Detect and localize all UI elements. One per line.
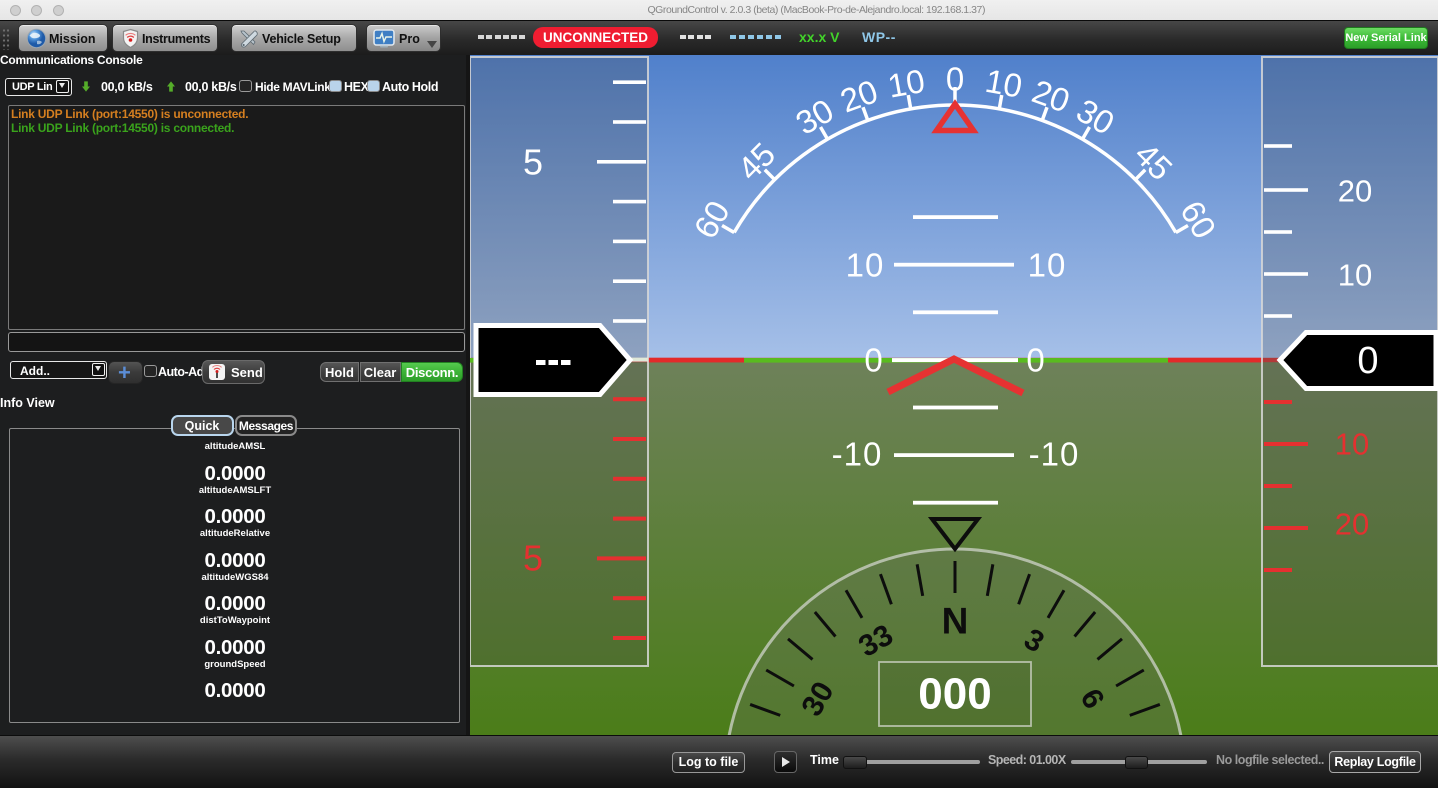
svg-text:-10: -10: [832, 436, 883, 473]
svg-text:0: 0: [946, 61, 964, 98]
svg-text:10: 10: [983, 62, 1026, 105]
svg-text:20: 20: [1335, 507, 1369, 542]
svg-text:5: 5: [523, 142, 543, 183]
svg-text:10: 10: [885, 62, 928, 105]
svg-text:10: 10: [1335, 427, 1369, 462]
svg-text:-10: -10: [1029, 436, 1080, 473]
svg-text:N: N: [942, 601, 969, 642]
svg-text:10: 10: [846, 247, 885, 284]
svg-text:10: 10: [1338, 258, 1372, 293]
svg-text:0: 0: [1026, 342, 1045, 379]
svg-text:0: 0: [1357, 340, 1378, 382]
svg-text:000: 000: [918, 670, 991, 719]
svg-text:10: 10: [1028, 247, 1067, 284]
svg-text:0: 0: [864, 342, 883, 379]
svg-text:20: 20: [1338, 174, 1372, 209]
svg-text:5: 5: [523, 538, 543, 579]
